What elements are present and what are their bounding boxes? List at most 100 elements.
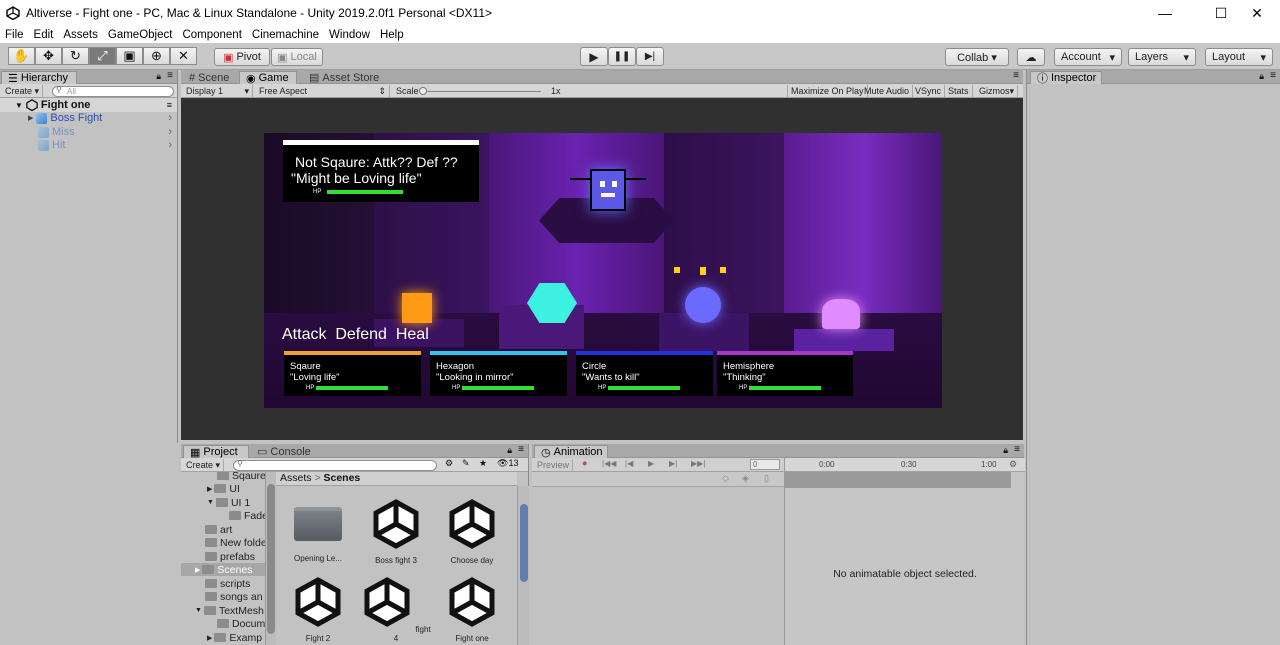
minimize-button[interactable]: —	[1142, 0, 1188, 26]
hierarchy-create-button[interactable]: Create ▾	[2, 85, 44, 97]
tree-item-selected[interactable]: ▶ Scenes	[181, 563, 265, 576]
hierarchy-item-boss-fight[interactable]: ▶ Boss Fight ›	[0, 111, 177, 125]
scale-slider-track[interactable]	[421, 91, 541, 92]
menu-cinemachine[interactable]: Cinemachine	[247, 29, 324, 41]
tab-project[interactable]: ▦ Project	[183, 445, 249, 459]
chevron-right-icon[interactable]: ›	[168, 126, 172, 138]
filter-by-type-icon[interactable]: ⚙	[445, 458, 453, 469]
panel-menu-icon[interactable]: ≡	[1013, 70, 1019, 81]
asset-scrollbar[interactable]	[517, 486, 529, 645]
breadcrumb-root[interactable]: Assets	[280, 472, 312, 484]
record-icon[interactable]: ●	[582, 458, 587, 468]
rect-tool-button[interactable]: ▣	[116, 47, 143, 65]
cloud-button[interactable]: ☁	[1017, 48, 1045, 66]
tab-scene[interactable]: # Scene	[183, 71, 235, 84]
chevron-right-icon[interactable]: ›	[168, 139, 172, 151]
panel-menu-icon[interactable]: ≡	[1270, 70, 1276, 81]
scale-slider-thumb[interactable]	[419, 87, 427, 95]
asset-item[interactable]: Opening Le...	[282, 498, 354, 563]
account-dropdown[interactable]: Account ▾	[1054, 48, 1122, 66]
tree-item[interactable]: ▶ UI	[207, 482, 240, 495]
asset-item[interactable]: Choose day	[436, 498, 508, 565]
local-toggle[interactable]: ▣ Local	[271, 48, 323, 66]
custom-tool-button[interactable]: ✕	[170, 47, 197, 65]
tab-asset-store[interactable]: ▤ Asset Store	[303, 71, 385, 85]
expand-arrow-icon[interactable]: ▶	[207, 485, 212, 493]
menu-edit[interactable]: Edit	[29, 29, 59, 41]
menu-component[interactable]: Component	[177, 29, 246, 41]
tab-game[interactable]: ◉ Game	[239, 71, 297, 85]
step-button[interactable]: ▶|	[636, 47, 664, 66]
tree-item[interactable]: New folde	[205, 536, 265, 549]
tree-item[interactable]: songs an	[205, 590, 263, 603]
menu-gameobject[interactable]: GameObject	[103, 29, 178, 41]
asset-item[interactable]: Fight one	[436, 576, 508, 643]
asset-item[interactable]: Fight 2	[282, 576, 354, 643]
preview-toggle[interactable]: Preview	[534, 459, 574, 471]
vsync-toggle[interactable]: VSync	[912, 85, 946, 97]
mute-audio-toggle[interactable]: Mute Audio	[861, 85, 914, 97]
tree-scroll-thumb[interactable]	[267, 484, 275, 634]
breadcrumb-current[interactable]: Scenes	[324, 472, 361, 484]
menu-file[interactable]: File	[0, 29, 29, 41]
stats-toggle[interactable]: Stats	[945, 85, 973, 97]
layout-dropdown[interactable]: Layout ▾	[1205, 48, 1273, 66]
tree-item[interactable]: ▼ TextMesh	[195, 604, 264, 617]
tab-animation[interactable]: ◷ Animation	[534, 445, 608, 459]
menu-help[interactable]: Help	[375, 29, 409, 41]
tree-item[interactable]: ▶ Examp	[207, 631, 262, 644]
tab-hierarchy[interactable]: ☰ Hierarchy	[1, 71, 77, 85]
next-key-icon[interactable]: ▶|	[669, 459, 677, 468]
pause-button[interactable]: ❚❚	[608, 47, 636, 66]
hidden-packages-icon[interactable]: 👁︎13	[497, 458, 518, 469]
hierarchy-item-miss[interactable]: Miss ›	[0, 125, 177, 139]
lock-icon[interactable]: 🔒︎	[1003, 445, 1008, 456]
hierarchy-item-hit[interactable]: Hit ›	[0, 138, 177, 152]
scene-row[interactable]: ▼ Fight one ≡	[0, 98, 177, 112]
expand-arrow-icon[interactable]: ▼	[15, 101, 23, 110]
maximize-on-play-toggle[interactable]: Maximize On Play	[787, 85, 868, 97]
add-curve-icon[interactable]: ▯	[764, 473, 769, 484]
project-search-input[interactable]	[233, 460, 437, 471]
collab-button[interactable]: Collab ▾	[945, 48, 1009, 66]
timeline-ruler[interactable]: 0:00 0:30 1:00 ⚙	[785, 458, 1025, 472]
menu-assets[interactable]: Assets	[58, 29, 103, 41]
last-key-icon[interactable]: ▶▶|	[691, 459, 705, 468]
add-event-icon[interactable]: ◈	[742, 473, 749, 484]
frame-field[interactable]: 0	[750, 459, 780, 470]
chevron-right-icon[interactable]: ›	[168, 112, 172, 124]
tree-scrollbar[interactable]	[265, 472, 276, 645]
gizmos-dropdown[interactable]: Gizmos ▾	[976, 85, 1018, 97]
expand-arrow-icon[interactable]: ▼	[207, 499, 214, 506]
asset-item[interactable]: fight 4	[360, 576, 432, 643]
lock-icon[interactable]: 🔒︎	[507, 445, 512, 456]
expand-arrow-icon[interactable]: ▶	[207, 634, 212, 642]
tree-item[interactable]: ▼ UI 1	[207, 496, 250, 509]
display-dropdown[interactable]: Display 1 ▾	[183, 85, 253, 97]
lock-icon[interactable]: 🔒︎	[1259, 71, 1264, 82]
close-button[interactable]: ✕	[1234, 0, 1280, 26]
tree-item[interactable]: Docum	[217, 617, 265, 630]
asset-scroll-thumb[interactable]	[520, 504, 528, 582]
tree-item[interactable]: Fade	[229, 509, 265, 522]
layers-dropdown[interactable]: Layers ▾	[1128, 48, 1196, 66]
panel-menu-icon[interactable]: ≡	[167, 100, 172, 110]
panel-menu-icon[interactable]: ≡	[167, 70, 173, 81]
panel-menu-icon[interactable]: ≡	[1014, 444, 1020, 455]
tab-console[interactable]: ▭ Console	[251, 445, 317, 459]
animation-timeline[interactable]: 0:00 0:30 1:00 ⚙ No animatable object se…	[784, 458, 1025, 645]
hierarchy-search-input[interactable]: All	[52, 86, 174, 97]
tree-item[interactable]: art	[205, 523, 232, 536]
project-create-button[interactable]: Create ▾	[183, 459, 225, 471]
play-button[interactable]: ▶	[580, 47, 608, 66]
aspect-dropdown[interactable]: Free Aspect ⇕	[256, 85, 390, 97]
favorite-star-icon[interactable]: ★	[479, 458, 487, 469]
tree-item[interactable]: scripts	[205, 577, 250, 590]
play-anim-icon[interactable]: ▶	[648, 459, 654, 468]
panel-menu-icon[interactable]: ≡	[518, 444, 524, 455]
transform-tool-button[interactable]: ⊕	[143, 47, 170, 65]
rotate-tool-button[interactable]: ↻	[62, 47, 89, 65]
prev-key-icon[interactable]: |◀	[625, 459, 633, 468]
filter-by-label-icon[interactable]: ✎	[462, 458, 470, 469]
expand-arrow-icon[interactable]: ▼	[195, 607, 202, 614]
